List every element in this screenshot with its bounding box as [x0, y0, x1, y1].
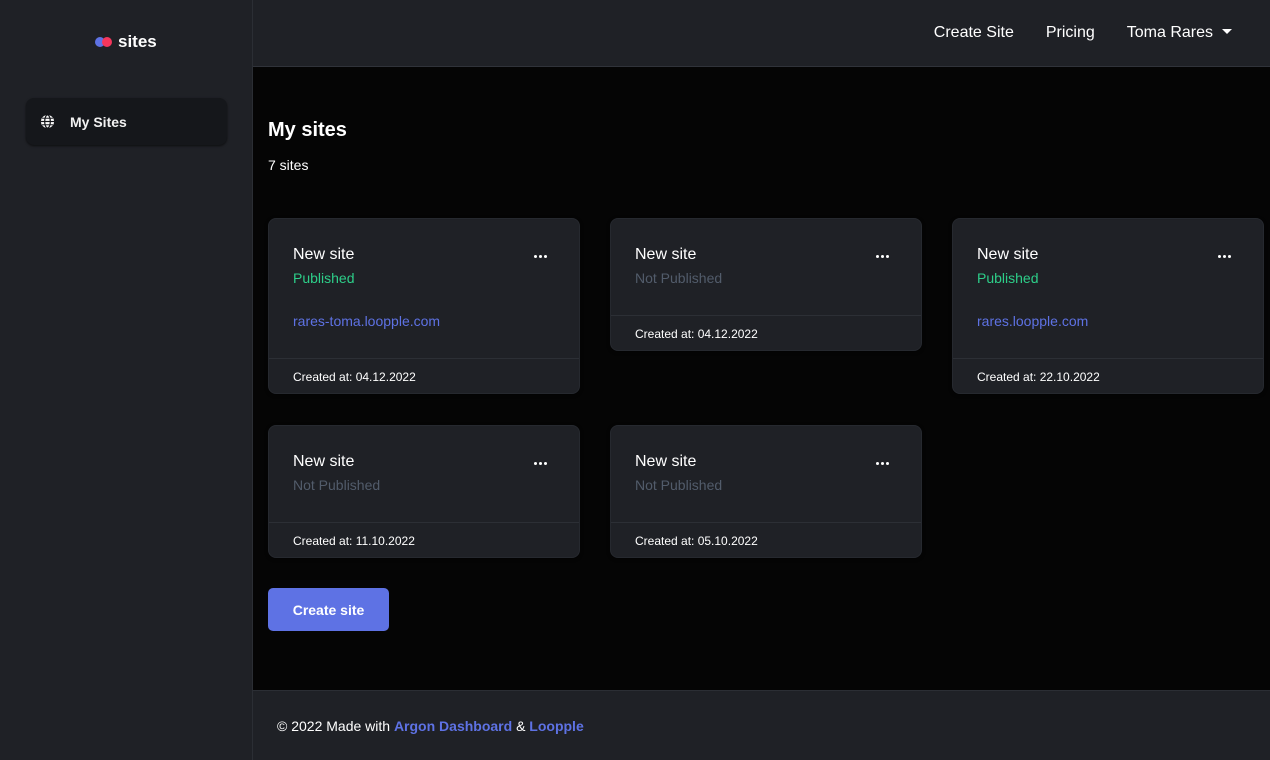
more-options-icon[interactable] [874, 253, 891, 260]
sidebar-item-label: My Sites [70, 113, 127, 130]
sidebar-item-my-sites[interactable]: My Sites [26, 98, 227, 145]
site-card: New site Not Published Created at: 04.12… [610, 218, 922, 351]
footer-credits: © 2022 Made with Argon Dashboard & Loopp… [277, 718, 584, 734]
more-options-icon[interactable] [1216, 253, 1233, 260]
created-date: Created at: 22.10.2022 [977, 370, 1100, 384]
site-url-link[interactable]: rares.loopple.com [977, 312, 1239, 330]
card-footer: Created at: 22.10.2022 [953, 358, 1263, 395]
more-options-icon[interactable] [532, 460, 549, 467]
user-menu-dropdown[interactable]: Toma Rares [1127, 24, 1232, 42]
card-footer: Created at: 04.12.2022 [269, 358, 579, 395]
card-body: New site Published rares-toma.loopple.co… [269, 219, 579, 358]
sidebar: sites My Sites [0, 0, 253, 760]
card-body: New site Not Published [611, 426, 921, 522]
site-url-link[interactable]: rares-toma.loopple.com [293, 312, 555, 330]
footer-separator: & [516, 718, 526, 734]
card-body: New site Not Published [611, 219, 921, 315]
footer-prefix: © 2022 Made with [277, 718, 391, 734]
site-title: New site [293, 246, 355, 263]
site-title: New site [635, 453, 697, 470]
created-date: Created at: 05.10.2022 [635, 534, 758, 548]
card-body: New site Not Published [269, 426, 579, 522]
site-count: 7 sites [268, 157, 309, 173]
card-body: New site Published rares.loopple.com [953, 219, 1263, 358]
brand-logo-link[interactable]: sites [95, 31, 157, 53]
site-title: New site [635, 246, 697, 263]
globe-icon [40, 114, 55, 129]
created-date: Created at: 11.10.2022 [293, 534, 415, 548]
caret-down-icon [1222, 29, 1232, 34]
created-date: Created at: 04.12.2022 [635, 327, 758, 341]
argon-dashboard-link[interactable]: Argon Dashboard [394, 718, 512, 734]
create-site-link[interactable]: Create Site [934, 24, 1014, 42]
top-nav: Create Site Pricing Toma Rares [934, 24, 1232, 42]
more-options-icon[interactable] [532, 253, 549, 260]
top-navbar: Create Site Pricing Toma Rares [253, 0, 1270, 67]
pricing-link[interactable]: Pricing [1046, 24, 1095, 42]
site-title: New site [977, 246, 1039, 263]
site-title: New site [293, 453, 355, 470]
site-status: Not Published [293, 477, 381, 493]
card-footer: Created at: 05.10.2022 [611, 522, 921, 559]
create-site-button[interactable]: Create site [268, 588, 389, 631]
card-footer: Created at: 04.12.2022 [611, 315, 921, 352]
site-status: Not Published [635, 477, 723, 493]
site-card: New site Published rares.loopple.com Cre… [952, 218, 1264, 394]
user-name: Toma Rares [1126, 24, 1213, 41]
brand-name: sites [118, 32, 157, 51]
more-options-icon[interactable] [874, 460, 891, 467]
site-status: Published [977, 270, 1039, 286]
site-card: New site Not Published Created at: 05.10… [610, 425, 922, 558]
footer: © 2022 Made with Argon Dashboard & Loopp… [253, 690, 1270, 760]
card-footer: Created at: 11.10.2022 [269, 522, 579, 559]
site-card: New site Not Published Created at: 11.10… [268, 425, 580, 558]
site-status: Published [293, 270, 355, 286]
page-title: My sites [268, 119, 347, 141]
created-date: Created at: 04.12.2022 [293, 370, 416, 384]
site-status: Not Published [635, 270, 723, 286]
loopple-link[interactable]: Loopple [529, 718, 583, 734]
site-card: New site Published rares-toma.loopple.co… [268, 218, 580, 394]
brand-logo-icon [95, 37, 113, 47]
